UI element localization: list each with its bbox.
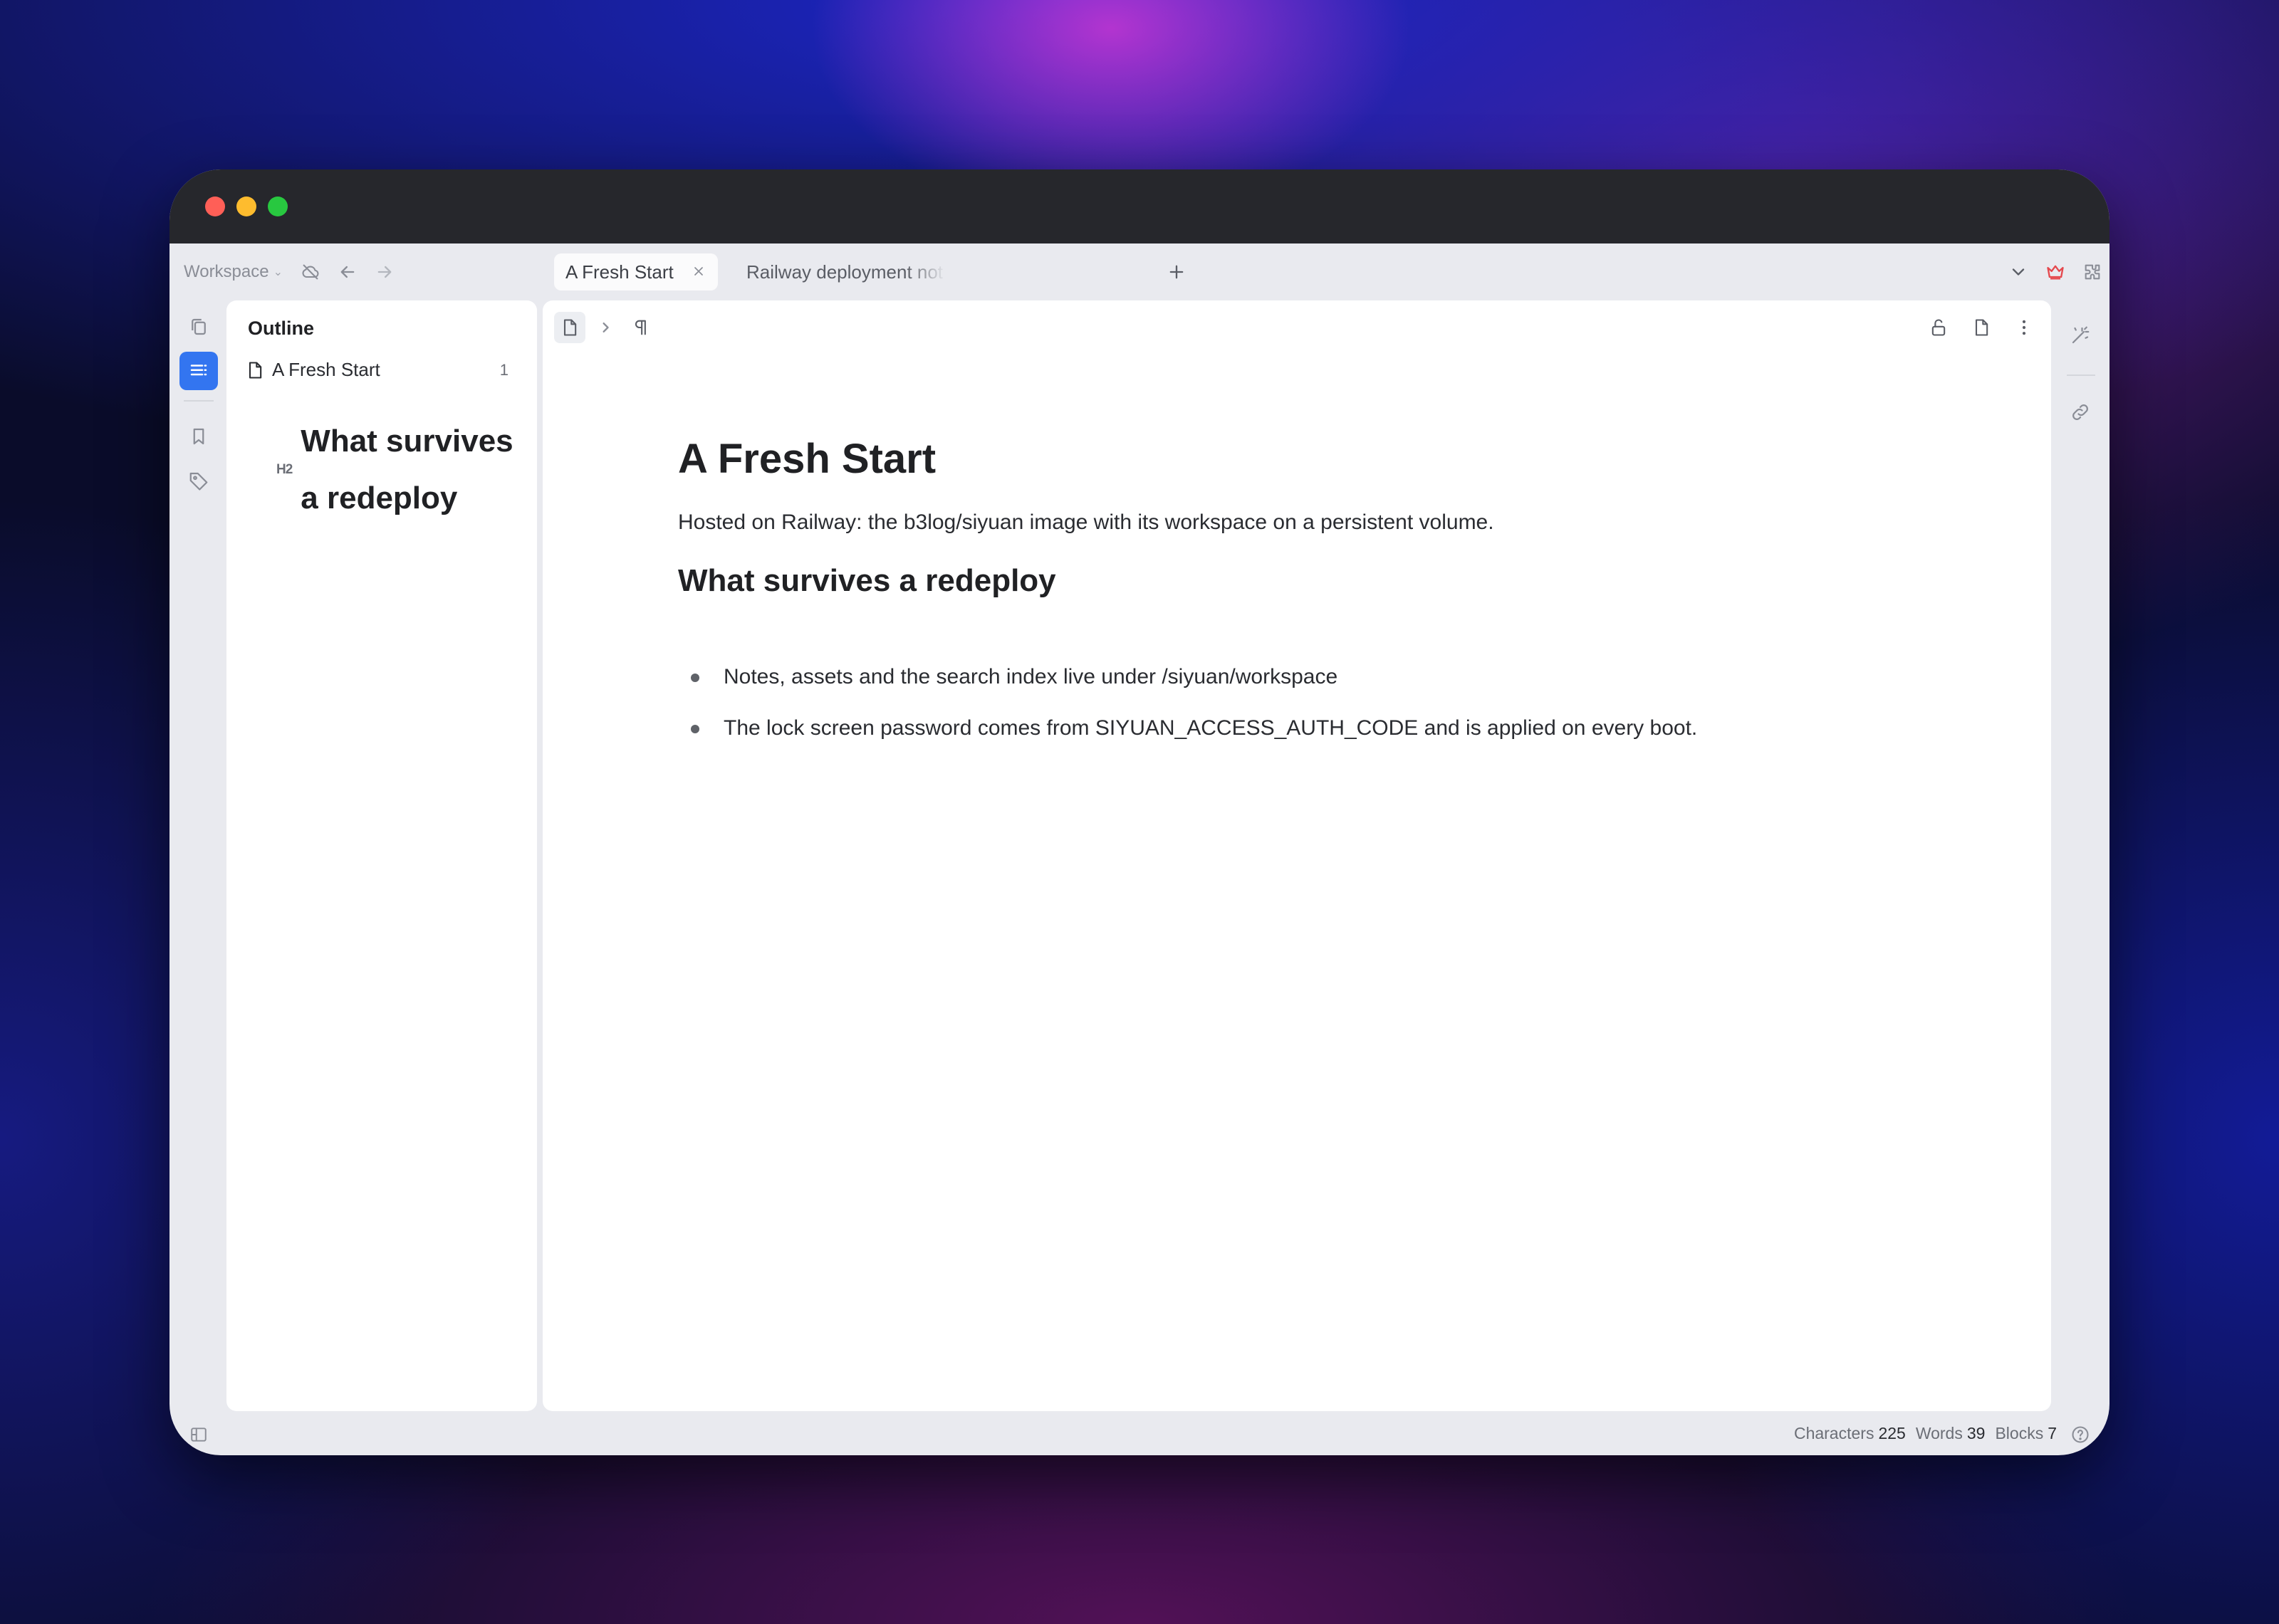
heading-level-badge: H2 <box>276 462 293 477</box>
document-title[interactable]: A Fresh Start <box>678 427 1889 491</box>
minimize-window-button[interactable] <box>236 197 256 216</box>
characters-label: Characters <box>1793 1424 1874 1442</box>
top-toolbar: Workspace ⌄ A Fresh Start Railway deploy… <box>170 243 2109 300</box>
panel-icon[interactable] <box>187 1423 211 1447</box>
blocks-label: Blocks <box>1995 1424 2044 1442</box>
tab-label: Railway deployment not <box>746 261 944 283</box>
list-item[interactable]: The lock screen password comes from SIYU… <box>678 711 1697 746</box>
unlock-icon[interactable] <box>1923 312 1954 343</box>
list-item[interactable]: Notes, assets and the search index live … <box>678 659 1337 695</box>
characters-stat: Characters 225 <box>1794 1424 1906 1443</box>
words-count: 39 <box>1966 1424 1986 1442</box>
document-stats: Characters 225 Words 39 Blocks 7 <box>1794 1424 2057 1443</box>
bookmark-icon[interactable] <box>179 417 218 456</box>
tag-icon[interactable] <box>179 461 218 500</box>
app-window: Workspace ⌄ A Fresh Start Railway deploy… <box>170 169 2109 1455</box>
link-icon[interactable] <box>2062 394 2098 430</box>
outline-doc-label: A Fresh Start <box>272 359 380 380</box>
outline-heading-item[interactable]: H2 What survives a redeploy <box>276 413 537 527</box>
blocks-stat: Blocks 7 <box>1995 1424 2057 1443</box>
plus-icon[interactable] <box>1161 256 1192 288</box>
bullet-marker[interactable] <box>691 674 699 682</box>
chevron-down-icon[interactable] <box>2003 256 2034 288</box>
outline-doc-count: 1 <box>499 360 509 379</box>
files-icon[interactable] <box>179 308 218 346</box>
title-bar <box>170 169 2109 243</box>
document-content: A Fresh Start Hosted on Railway: the b3l… <box>678 427 1889 740</box>
paragraph-icon[interactable] <box>625 312 657 343</box>
dock-divider <box>2067 374 2095 376</box>
outline-doc-item[interactable]: A Fresh Start 1 <box>245 359 523 381</box>
workspace-label: Workspace <box>184 262 269 281</box>
list-item-text: The lock screen password comes from SIYU… <box>724 716 1698 740</box>
tab-label: A Fresh Start <box>565 261 674 283</box>
magic-wand-icon[interactable] <box>2062 318 2098 353</box>
document-icon <box>249 361 262 379</box>
plugin-icon[interactable] <box>2077 256 2108 288</box>
words-label: Words <box>1915 1424 1963 1442</box>
more-vertical-icon[interactable] <box>2008 312 2040 343</box>
sync-off-icon[interactable] <box>295 256 326 288</box>
list-item-text: Notes, assets and the search index live … <box>724 665 1338 688</box>
editor-pane: A Fresh Start Hosted on Railway: the b3l… <box>543 300 2051 1411</box>
dock-divider <box>184 400 214 402</box>
left-dock <box>170 300 225 1411</box>
characters-count: 225 <box>1878 1424 1906 1442</box>
paragraph-block[interactable]: Hosted on Railway: the b3log/siyuan imag… <box>678 501 1889 544</box>
workspace-menu[interactable]: Workspace ⌄ <box>184 259 283 285</box>
arrow-right-icon[interactable] <box>369 256 400 288</box>
document-icon[interactable] <box>554 312 585 343</box>
close-window-button[interactable] <box>205 197 225 216</box>
crown-icon[interactable] <box>2040 256 2071 288</box>
status-bar: Characters 225 Words 39 Blocks 7 <box>170 1413 2109 1455</box>
tab-railway-deployment[interactable]: Railway deployment not <box>732 253 946 290</box>
chevron-right-icon <box>590 312 621 343</box>
outline-panel: Outline A Fresh Start 1 H2 What survives… <box>226 300 537 1411</box>
document-icon[interactable] <box>1966 312 1997 343</box>
help-icon[interactable] <box>2068 1423 2092 1447</box>
arrow-left-icon[interactable] <box>332 256 363 288</box>
maximize-window-button[interactable] <box>268 197 288 216</box>
close-icon[interactable] <box>689 262 708 281</box>
outline-heading-label: What survives a redeploy <box>301 424 513 515</box>
tab-a-fresh-start[interactable]: A Fresh Start <box>554 253 718 290</box>
chevron-down-icon: ⌄ <box>273 266 283 278</box>
blocks-count: 7 <box>2048 1424 2057 1442</box>
words-stat: Words 39 <box>1916 1424 1986 1443</box>
heading-block[interactable]: What survives a redeploy <box>678 552 1889 609</box>
outline-icon[interactable] <box>179 352 218 390</box>
right-dock <box>2051 300 2109 1411</box>
bullet-marker[interactable] <box>691 725 699 733</box>
outline-title: Outline <box>248 318 314 339</box>
